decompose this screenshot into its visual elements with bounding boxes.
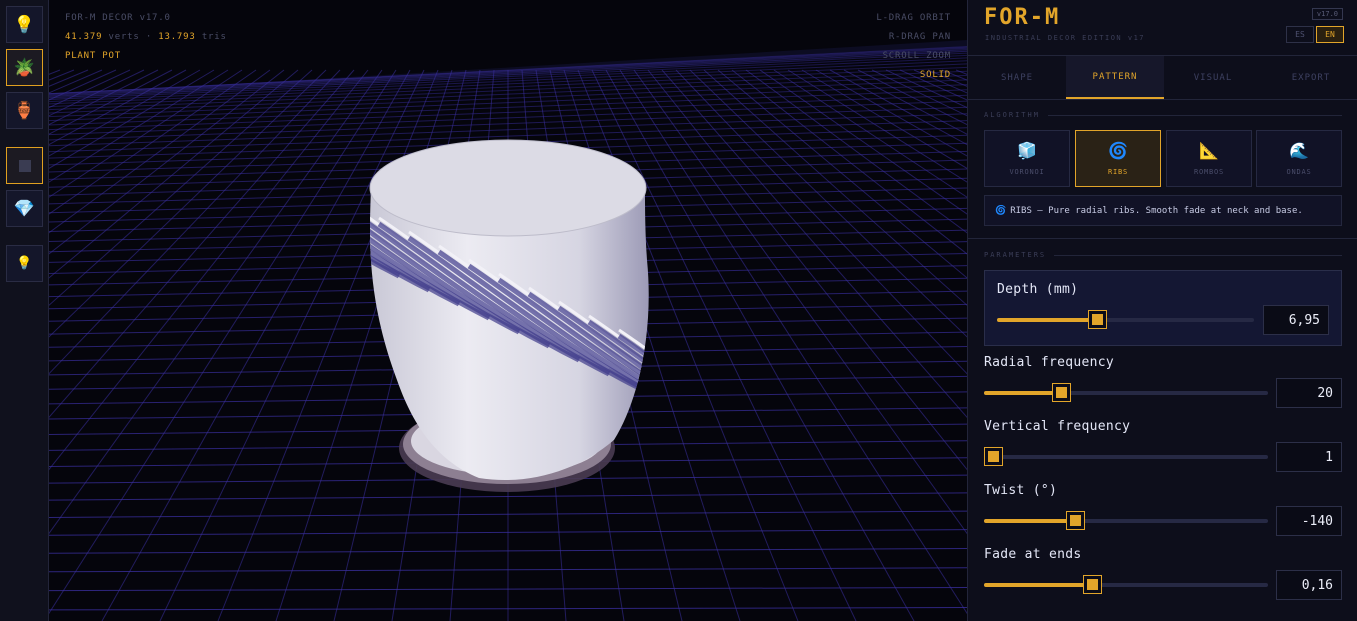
vertical-frequency-value-input[interactable]: 1	[1276, 442, 1342, 472]
divider	[1048, 115, 1342, 116]
depth-label: Depth (mm)	[997, 282, 1079, 297]
tab-visual[interactable]: VISUAL	[1164, 56, 1262, 99]
algo-ribs-button[interactable]: 🌀 RIBS	[1075, 130, 1161, 187]
vase-icon[interactable]: 🏺	[6, 92, 43, 129]
algo-voronoi-button[interactable]: 🧊 VORONOI	[984, 130, 1070, 187]
algo-label: ONDAS	[1286, 168, 1312, 176]
depth-value-input[interactable]: 6,95	[1263, 305, 1329, 335]
twist-slider[interactable]	[984, 512, 1268, 529]
parameters-section-label: PARAMETERS	[984, 251, 1047, 259]
square-icon[interactable]	[6, 147, 43, 184]
slider-thumb[interactable]	[1089, 311, 1107, 328]
twist-value-input[interactable]: -140	[1276, 506, 1342, 536]
lang-es-button[interactable]: ES	[1286, 26, 1314, 43]
brand-subtitle: INDUSTRIAL DECOR EDITION v17	[985, 34, 1146, 42]
tool-glyph: 💡	[13, 14, 36, 35]
radial-frequency-value-input[interactable]: 20	[1276, 378, 1342, 408]
slider-fill	[997, 318, 1098, 322]
algorithm-description: 🌀 RIBS — Pure radial ribs. Smooth fade a…	[984, 195, 1342, 226]
radial-frequency-slider[interactable]	[984, 384, 1268, 401]
divider	[968, 238, 1357, 239]
slider-fill	[984, 583, 1092, 587]
fade-at-ends-value-input[interactable]: 0,16	[1276, 570, 1342, 600]
lightbulb-icon[interactable]: 💡	[6, 245, 43, 282]
slider-thumb[interactable]	[1083, 576, 1101, 593]
tool-glyph: 🪴	[13, 57, 36, 78]
hud-stats: FOR-M DECOR v17.0 41.379 verts · 13.793 …	[65, 9, 227, 66]
vertical-frequency-label: Vertical frequency	[984, 419, 1131, 434]
control-panel: FOR-M INDUSTRIAL DECOR EDITION v17 v17.0…	[967, 0, 1357, 621]
hint-orbit: L-DRAG ORBIT	[876, 13, 951, 23]
verts-count: 41.379	[65, 32, 103, 42]
tab-shape[interactable]: SHAPE	[968, 56, 1066, 99]
tab-bar: SHAPE PATTERN VISUAL EXPORT	[968, 56, 1357, 99]
algo-label: VORONOI	[1009, 168, 1045, 176]
gem-icon[interactable]: 💎	[6, 190, 43, 227]
spiral-icon: 🌀	[995, 205, 1007, 216]
cube-icon: 🧊	[1017, 141, 1037, 160]
left-toolbar: 💡 🪴 🏺 💎 💡	[0, 0, 49, 621]
twist-label: Twist (°)	[984, 483, 1058, 498]
wave-icon: 🌊	[1289, 141, 1309, 160]
algo-ondas-button[interactable]: 🌊 ONDAS	[1256, 130, 1342, 187]
hud-mesh-stats: 41.379 verts · 13.793 tris	[65, 32, 227, 42]
algo-label: RIBS	[1107, 168, 1129, 176]
plant-pot-icon[interactable]: 🪴	[6, 49, 43, 86]
fade-at-ends-slider[interactable]	[984, 576, 1268, 593]
algo-label: ROMBOS	[1193, 168, 1225, 176]
slider-fill	[984, 391, 1061, 395]
spiral-icon: 🌀	[1108, 141, 1128, 160]
triangle-ruler-icon: 📐	[1199, 141, 1219, 160]
lightbulb-icon[interactable]: 💡	[6, 6, 43, 43]
tool-glyph: 💡	[16, 256, 33, 271]
verts-label: verts	[108, 32, 140, 42]
hud-hints: L-DRAG ORBIT R-DRAG PAN SCROLL ZOOM SOLI…	[876, 9, 951, 85]
slider-thumb[interactable]	[984, 448, 1002, 465]
tool-glyph: 🏺	[13, 100, 36, 121]
hint-zoom: SCROLL ZOOM	[882, 51, 951, 61]
tris-label: tris	[201, 32, 227, 42]
tab-pattern[interactable]: PATTERN	[1066, 56, 1164, 99]
divider	[968, 99, 1357, 100]
slider-thumb[interactable]	[1052, 384, 1070, 401]
tool-glyph: 💎	[13, 198, 36, 219]
description-text: RIBS — Pure radial ribs. Smooth fade at …	[1010, 205, 1303, 216]
slider-thumb[interactable]	[1066, 512, 1084, 529]
model-name: PLANT POT	[65, 51, 121, 61]
divider	[1054, 255, 1342, 256]
tab-export[interactable]: EXPORT	[1262, 56, 1357, 99]
radial-frequency-label: Radial frequency	[984, 355, 1115, 370]
hud-title: FOR-M DECOR v17.0	[65, 13, 171, 23]
slider-fill	[984, 519, 1075, 523]
fade-at-ends-label: Fade at ends	[984, 547, 1082, 562]
depth-slider[interactable]	[997, 311, 1254, 328]
vase-model[interactable]	[49, 0, 967, 621]
brand-logo: FOR-M	[984, 5, 1061, 30]
3d-viewport[interactable]: FOR-M DECOR v17.0 41.379 verts · 13.793 …	[49, 0, 967, 621]
version-badge: v17.0	[1311, 8, 1343, 20]
vertical-frequency-slider[interactable]	[984, 448, 1268, 465]
tris-count: 13.793	[158, 32, 196, 42]
hint-pan: R-DRAG PAN	[888, 32, 951, 42]
lang-en-button[interactable]: EN	[1316, 26, 1344, 43]
algo-rombos-button[interactable]: 📐 ROMBOS	[1166, 130, 1252, 187]
render-mode-toggle[interactable]: SOLID	[876, 66, 951, 85]
algorithm-section-label: ALGORITHM	[984, 111, 1040, 119]
